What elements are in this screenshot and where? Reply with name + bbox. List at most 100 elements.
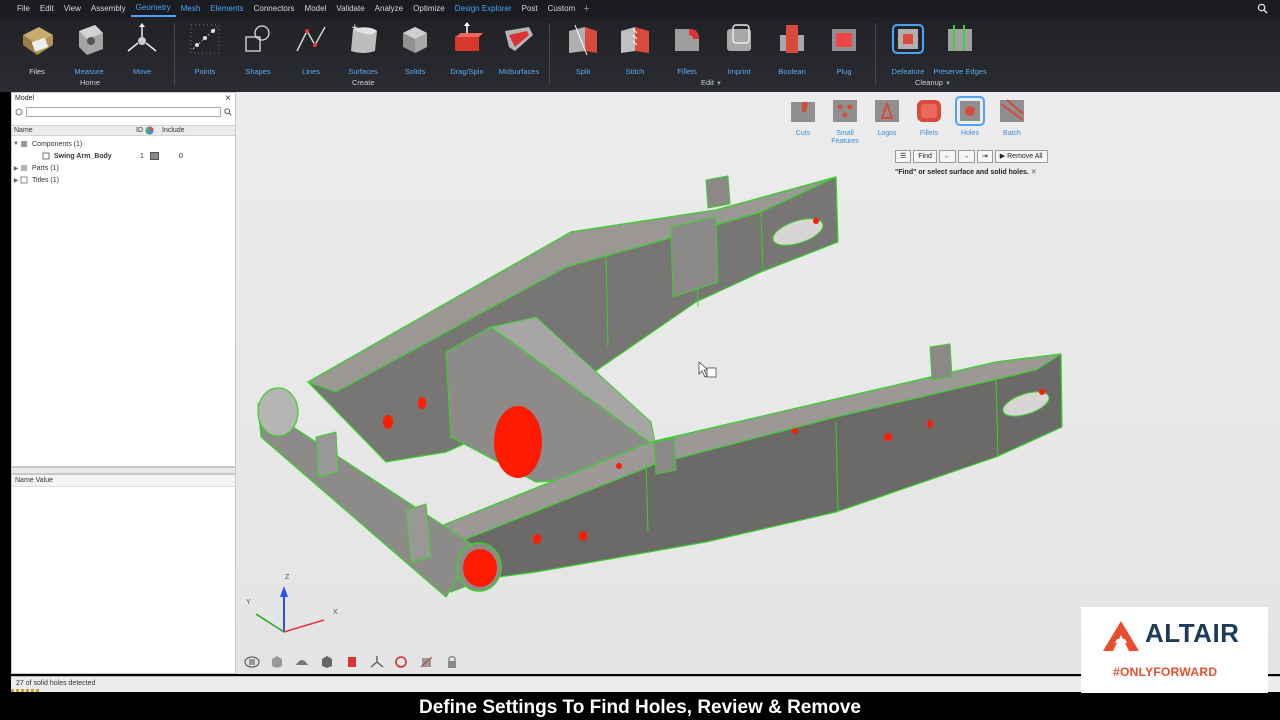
- menu-mesh[interactable]: Mesh: [176, 0, 206, 17]
- add-tab-icon[interactable]: +: [580, 3, 589, 15]
- view-orbit-icon[interactable]: [244, 655, 260, 669]
- holes-label: Holes: [961, 130, 979, 137]
- cuts-icon: [791, 102, 815, 122]
- imprint-icon: [727, 24, 751, 51]
- column-include[interactable]: Include: [162, 127, 202, 134]
- solids-icon: [403, 27, 427, 53]
- dragspin-tool[interactable]: Drag/Spin: [439, 21, 495, 91]
- altair-logo-word: ALTAIR: [1145, 618, 1240, 648]
- fillets-defeature-tool[interactable]: Fillets: [909, 96, 949, 138]
- expand-arrow-icon[interactable]: ▼: [12, 141, 20, 147]
- small-features-tool[interactable]: Small Features: [825, 96, 865, 146]
- menu-view[interactable]: View: [59, 0, 86, 17]
- pivot-hole-marker[interactable]: [463, 549, 497, 587]
- menu-file[interactable]: File: [12, 0, 35, 17]
- browser-search-input[interactable]: [26, 107, 221, 117]
- view-axes-icon[interactable]: [369, 655, 385, 669]
- view-section-icon[interactable]: [419, 655, 435, 669]
- view-zoom-icon[interactable]: [394, 655, 410, 669]
- menu-design-explorer[interactable]: Design Explorer: [450, 0, 517, 17]
- tree-item-swing-arm-body[interactable]: Swing Arm_Body 1 0: [12, 150, 235, 162]
- menu-analyze[interactable]: Analyze: [370, 0, 408, 17]
- tree-item-components[interactable]: ▼ Components (1): [12, 138, 235, 150]
- menu-optimize[interactable]: Optimize: [408, 0, 450, 17]
- files-tool[interactable]: Files: [9, 21, 65, 91]
- small-features-label: Small Features: [831, 130, 859, 145]
- view-solid-icon[interactable]: [319, 655, 335, 669]
- ribbon-separator: [875, 23, 876, 85]
- lines-icon: [296, 26, 326, 52]
- fillets-defeature-label: Fillets: [919, 130, 939, 137]
- view-cube-icon[interactable]: [269, 655, 285, 669]
- points-tool[interactable]: Points: [177, 21, 233, 91]
- solids-label: Solids: [404, 67, 426, 76]
- hint-text: "Find" or select surface and solid holes…: [895, 169, 1029, 176]
- large-hole-marker[interactable]: [494, 406, 542, 478]
- tree-item-label: Parts (1): [32, 164, 59, 172]
- menu-geometry[interactable]: Geometry: [130, 0, 176, 17]
- previous-arrow-icon[interactable]: ←: [938, 150, 956, 163]
- expand-arrow-icon[interactable]: ▶: [12, 177, 20, 184]
- swing-arm-model[interactable]: [236, 92, 1280, 674]
- search-icon[interactable]: [1257, 3, 1268, 14]
- lines-label: Lines: [302, 67, 320, 76]
- panel-splitter[interactable]: [11, 467, 236, 474]
- column-id[interactable]: ID: [136, 126, 162, 135]
- remove-all-label: Remove All: [1007, 153, 1043, 160]
- files-icon: [23, 27, 53, 55]
- menu-connectors[interactable]: Connectors: [249, 0, 300, 17]
- menu-custom[interactable]: Custom: [543, 0, 581, 17]
- holes-tool[interactable]: Holes: [950, 96, 990, 138]
- menu-assembly[interactable]: Assembly: [86, 0, 131, 17]
- move-label: Move: [132, 67, 152, 76]
- remove-all-button[interactable]: ▶ Remove All: [994, 150, 1048, 163]
- small-features-icon: [833, 100, 857, 122]
- options-menu-icon[interactable]: ☰: [895, 150, 912, 163]
- component-color-swatch[interactable]: [150, 152, 159, 160]
- batch-tool[interactable]: Batch: [992, 96, 1032, 138]
- view-lock-icon[interactable]: [444, 655, 460, 669]
- shapes-tool[interactable]: Shapes: [230, 21, 286, 91]
- expand-arrow-icon[interactable]: ▶: [12, 165, 20, 172]
- next-arrow-icon[interactable]: →: [957, 150, 975, 163]
- menu-edit[interactable]: Edit: [35, 0, 59, 17]
- plug-label: Plug: [836, 67, 852, 76]
- menu-model[interactable]: Model: [300, 0, 332, 17]
- files-label: Files: [29, 67, 45, 76]
- view-shade-icon[interactable]: [294, 655, 310, 669]
- points-label: Points: [194, 67, 216, 76]
- split-tool[interactable]: Split: [555, 21, 611, 91]
- close-icon[interactable]: ×: [225, 93, 231, 104]
- tree-item-titles[interactable]: ▶ Titles (1): [12, 174, 235, 186]
- search-icon[interactable]: [224, 108, 232, 116]
- exit-icon[interactable]: ✕: [1031, 169, 1037, 176]
- view-red-cube-icon[interactable]: [344, 655, 360, 669]
- skip-arrow-icon[interactable]: ⇥: [976, 150, 993, 163]
- menu-elements[interactable]: Elements: [205, 0, 248, 17]
- stitch-tool[interactable]: Stitch: [607, 21, 663, 91]
- holes-icon: [955, 96, 985, 126]
- altair-tagline: #ONLYFORWARD: [1113, 665, 1218, 679]
- logos-tool[interactable]: Logos: [867, 96, 907, 138]
- measure-label: Measure: [74, 67, 104, 76]
- boolean-tool[interactable]: Boolean: [764, 21, 820, 91]
- solids-tool[interactable]: Solids: [387, 21, 443, 91]
- axis-triad: [255, 586, 325, 633]
- menu-post[interactable]: Post: [517, 0, 543, 17]
- tree-item-id: 1: [140, 152, 144, 160]
- filter-icon[interactable]: [15, 108, 23, 116]
- lines-tool[interactable]: Lines: [283, 21, 339, 91]
- tree-item-parts[interactable]: ▶ Parts (1): [12, 162, 235, 174]
- plug-tool[interactable]: Plug: [816, 21, 872, 91]
- mouse-cursor: [698, 361, 717, 378]
- find-button[interactable]: Find: [913, 150, 937, 163]
- graphics-viewport[interactable]: Z X Y: [236, 92, 1280, 674]
- move-tool[interactable]: Move: [114, 21, 170, 91]
- chevron-down-icon[interactable]: ▼: [945, 81, 951, 87]
- imprint-tool[interactable]: Imprint: [711, 21, 767, 91]
- tree-item-label: Swing Arm_Body: [54, 152, 112, 160]
- menu-validate[interactable]: Validate: [331, 0, 369, 17]
- midsurfaces-tool[interactable]: Midsurfaces: [491, 21, 547, 91]
- cuts-tool[interactable]: Cuts: [783, 96, 823, 138]
- column-name[interactable]: Name: [12, 127, 136, 134]
